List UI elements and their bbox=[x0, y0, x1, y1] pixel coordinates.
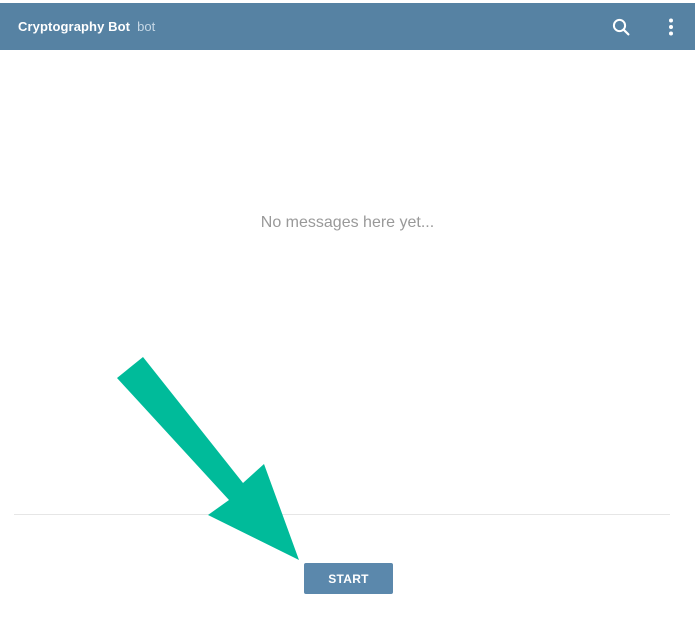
chat-header: Cryptography Bot bot bbox=[0, 3, 695, 50]
header-actions bbox=[603, 3, 695, 50]
chat-title-group[interactable]: Cryptography Bot bot bbox=[18, 19, 155, 34]
chat-subtitle: bot bbox=[137, 19, 156, 34]
composer-divider bbox=[14, 514, 670, 515]
arrow-shape bbox=[117, 357, 299, 560]
arrow-pointer-icon bbox=[117, 357, 299, 560]
search-icon bbox=[612, 18, 630, 35]
more-vertical-icon bbox=[669, 18, 673, 35]
empty-chat-message: No messages here yet... bbox=[260, 214, 435, 231]
search-button[interactable] bbox=[603, 9, 639, 45]
start-button[interactable]: START bbox=[304, 563, 393, 594]
chat-title[interactable]: Cryptography Bot bbox=[18, 19, 130, 34]
more-options-button[interactable] bbox=[653, 9, 689, 45]
chat-window: Cryptography Bot bot No messages here ye… bbox=[0, 0, 695, 633]
